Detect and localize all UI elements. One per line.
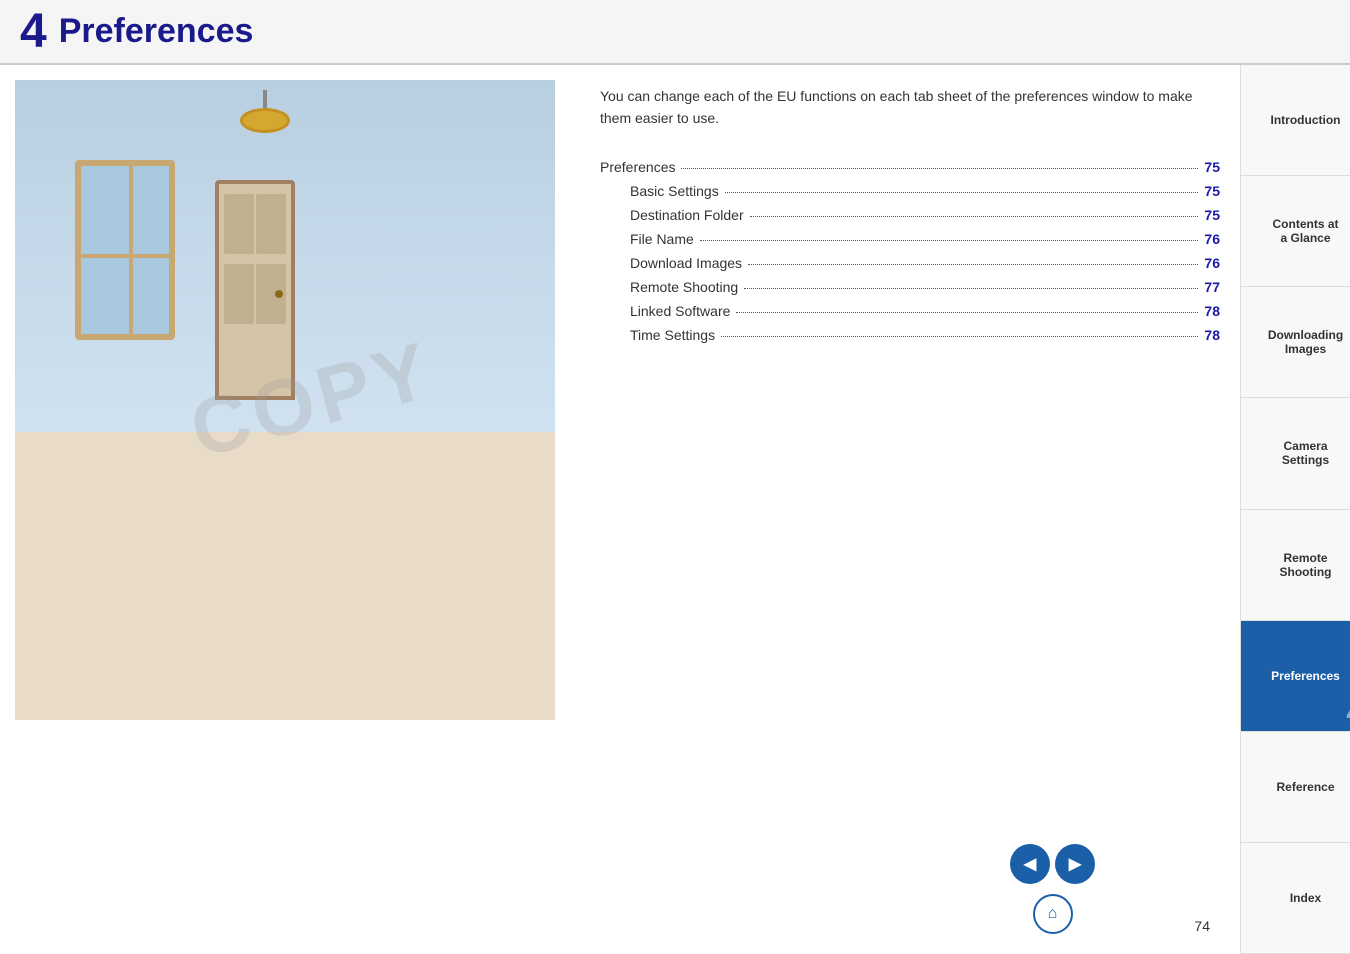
page-number: 74 [1194, 918, 1210, 934]
toc-table: Preferences75Basic Settings75Destination… [600, 155, 1220, 347]
bottom-navigation: ◀ ▶ ⌂ [1010, 844, 1095, 934]
chapter-badge: 4 [1346, 697, 1350, 729]
next-button[interactable]: ▶ [1055, 844, 1095, 884]
toc-label: Basic Settings [630, 183, 719, 199]
toc-label: Download Images [630, 255, 742, 271]
toc-label: Time Settings [630, 327, 715, 343]
toc-label: Remote Shooting [630, 279, 738, 295]
sidebar-item-label: Reference [1276, 780, 1334, 794]
toc-page-number: 76 [1204, 231, 1220, 247]
sidebar-item-label: Remote Shooting [1280, 551, 1332, 579]
toc-item[interactable]: Destination Folder 75 [600, 203, 1220, 227]
right-content-panel: You can change each of the EU functions … [570, 65, 1240, 954]
toc-page-number: 75 [1204, 159, 1220, 175]
toc-item[interactable]: File Name 76 [600, 227, 1220, 251]
toc-page-number: 75 [1204, 207, 1220, 223]
sidebar-item-camera-settings[interactable]: Camera Settings [1241, 398, 1350, 509]
bedroom-image: COPY [15, 80, 555, 720]
toc-item[interactable]: Basic Settings 75 [600, 179, 1220, 203]
toc-label: Linked Software [630, 303, 730, 319]
sidebar-item-label: Contents at a Glance [1273, 217, 1339, 245]
sidebar-item-remote-shooting[interactable]: Remote Shooting [1241, 510, 1350, 621]
toc-dots [681, 168, 1198, 169]
toc-page-number: 76 [1204, 255, 1220, 271]
toc-item[interactable]: Linked Software 78 [600, 299, 1220, 323]
prev-button[interactable]: ◀ [1010, 844, 1050, 884]
chapter-number: 4 [20, 8, 47, 56]
toc-dots [725, 192, 1199, 193]
toc-dots [748, 264, 1198, 265]
right-sidebar: Introduction Contents at a Glance Download… [1240, 65, 1350, 954]
sidebar-item-label: Introduction [1271, 113, 1341, 127]
sidebar-item-downloading-images[interactable]: Downloading Images [1241, 287, 1350, 398]
nav-icons-row: ◀ ▶ [1010, 844, 1095, 884]
sidebar-item-label: Preferences [1271, 669, 1340, 683]
toc-item[interactable]: Time Settings 78 [600, 323, 1220, 347]
toc-label: Destination Folder [630, 207, 744, 223]
toc-dots [721, 336, 1198, 337]
left-image-panel: COPY [0, 65, 570, 954]
toc-page-number: 78 [1204, 327, 1220, 343]
toc-dots [736, 312, 1198, 313]
main-content: COPY You can change each of the EU funct… [0, 65, 1350, 954]
sidebar-item-label: Camera Settings [1282, 439, 1329, 467]
sidebar-item-label: Index [1290, 891, 1321, 905]
sidebar-item-preferences[interactable]: Preferences 4 [1241, 621, 1350, 732]
toc-page-number: 78 [1204, 303, 1220, 319]
home-button[interactable]: ⌂ [1033, 894, 1073, 934]
toc-label: File Name [630, 231, 694, 247]
sidebar-item-label: Downloading Images [1268, 328, 1343, 356]
toc-page-number: 75 [1204, 183, 1220, 199]
toc-label: Preferences [600, 159, 675, 175]
sidebar-item-introduction[interactable]: Introduction [1241, 65, 1350, 176]
sidebar-item-contents-at-a-glance[interactable]: Contents at a Glance [1241, 176, 1350, 287]
toc-item[interactable]: Remote Shooting 77 [600, 275, 1220, 299]
sidebar-item-reference[interactable]: Reference [1241, 732, 1350, 843]
toc-dots [700, 240, 1199, 241]
toc-item[interactable]: Preferences 75 [600, 155, 1220, 179]
toc-page-number: 77 [1204, 279, 1220, 295]
page-header: 4 Preferences [0, 0, 1350, 65]
toc-dots [750, 216, 1199, 217]
sidebar-item-index[interactable]: Index [1241, 843, 1350, 954]
description-text: You can change each of the EU functions … [600, 85, 1220, 130]
toc-item[interactable]: Download Images 76 [600, 251, 1220, 275]
toc-dots [744, 288, 1198, 289]
chapter-title: Preferences [59, 12, 254, 51]
